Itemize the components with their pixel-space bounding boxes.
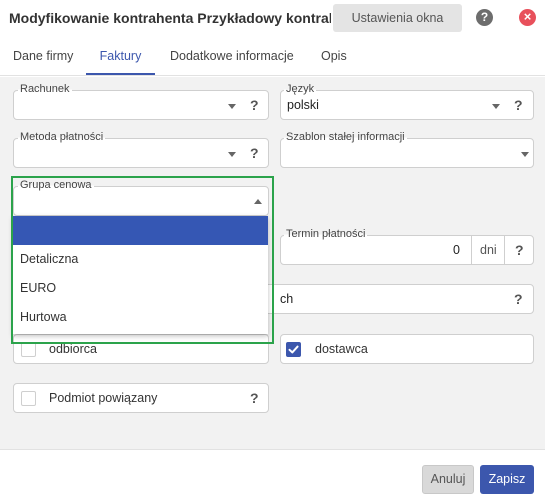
- termin-value: 0: [453, 243, 460, 257]
- chevron-down-icon: [228, 104, 236, 109]
- divider: [471, 236, 472, 264]
- help-icon[interactable]: ?: [476, 9, 493, 26]
- metoda-platnosci-label: Metoda płatności: [18, 131, 106, 143]
- chevron-down-icon: [521, 152, 529, 157]
- help-icon[interactable]: ?: [250, 145, 259, 161]
- help-icon[interactable]: ?: [514, 291, 523, 307]
- footer: Anuluj Zapisz: [0, 449, 545, 504]
- chevron-down-icon: [492, 104, 500, 109]
- highlight-frame: [11, 176, 274, 344]
- checkmark-icon: [288, 345, 299, 354]
- termin-platnosci-label: Termin płatności: [284, 228, 368, 240]
- tab-faktury[interactable]: Faktury: [86, 38, 155, 75]
- window-settings-button[interactable]: Ustawienia okna: [333, 4, 462, 32]
- rachunek-label: Rachunek: [18, 83, 72, 95]
- tab-opis[interactable]: Opis: [321, 38, 347, 75]
- dostawca-label: dostawca: [315, 342, 368, 356]
- tab-dodatkowe-informacje[interactable]: Dodatkowe informacje: [170, 38, 294, 75]
- save-button[interactable]: Zapisz: [480, 465, 534, 494]
- dialog-window: Modyfikowanie kontrahenta Przykładowy ko…: [0, 0, 545, 504]
- tab-bar: Dane firmy Faktury Dodatkowe informacje …: [0, 38, 545, 76]
- podmiot-powiazany-label: Podmiot powiązany: [49, 391, 158, 405]
- divider: [504, 236, 505, 264]
- help-icon[interactable]: ?: [250, 97, 259, 113]
- termin-unit: dni: [480, 243, 497, 257]
- tab-dane-firmy[interactable]: Dane firmy: [13, 38, 73, 75]
- window-title: Modyfikowanie kontrahenta Przykładowy ko…: [9, 10, 331, 26]
- szablon-label: Szablon stałej informacji: [284, 131, 407, 143]
- help-icon[interactable]: ?: [515, 242, 524, 258]
- cancel-button[interactable]: Anuluj: [422, 465, 474, 494]
- help-icon[interactable]: ?: [514, 97, 523, 113]
- jezyk-value: polski: [287, 98, 319, 112]
- dostawca-checkbox[interactable]: [286, 342, 301, 357]
- odbiorca-checkbox[interactable]: [21, 342, 36, 357]
- covered-field-text: ch: [280, 292, 294, 306]
- podmiot-powiazany-checkbox[interactable]: [21, 391, 36, 406]
- title-bar: Modyfikowanie kontrahenta Przykładowy ko…: [0, 0, 545, 38]
- dostawca-checkbox-field[interactable]: dostawca: [280, 334, 534, 364]
- podmiot-powiazany-field[interactable]: Podmiot powiązany ?: [13, 383, 269, 413]
- help-icon[interactable]: ?: [250, 390, 259, 406]
- jezyk-select[interactable]: polski ?: [280, 90, 534, 120]
- chevron-down-icon: [228, 152, 236, 157]
- jezyk-label: Język: [284, 83, 317, 95]
- odbiorca-label: odbiorca: [49, 342, 97, 356]
- close-icon[interactable]: ×: [519, 9, 536, 26]
